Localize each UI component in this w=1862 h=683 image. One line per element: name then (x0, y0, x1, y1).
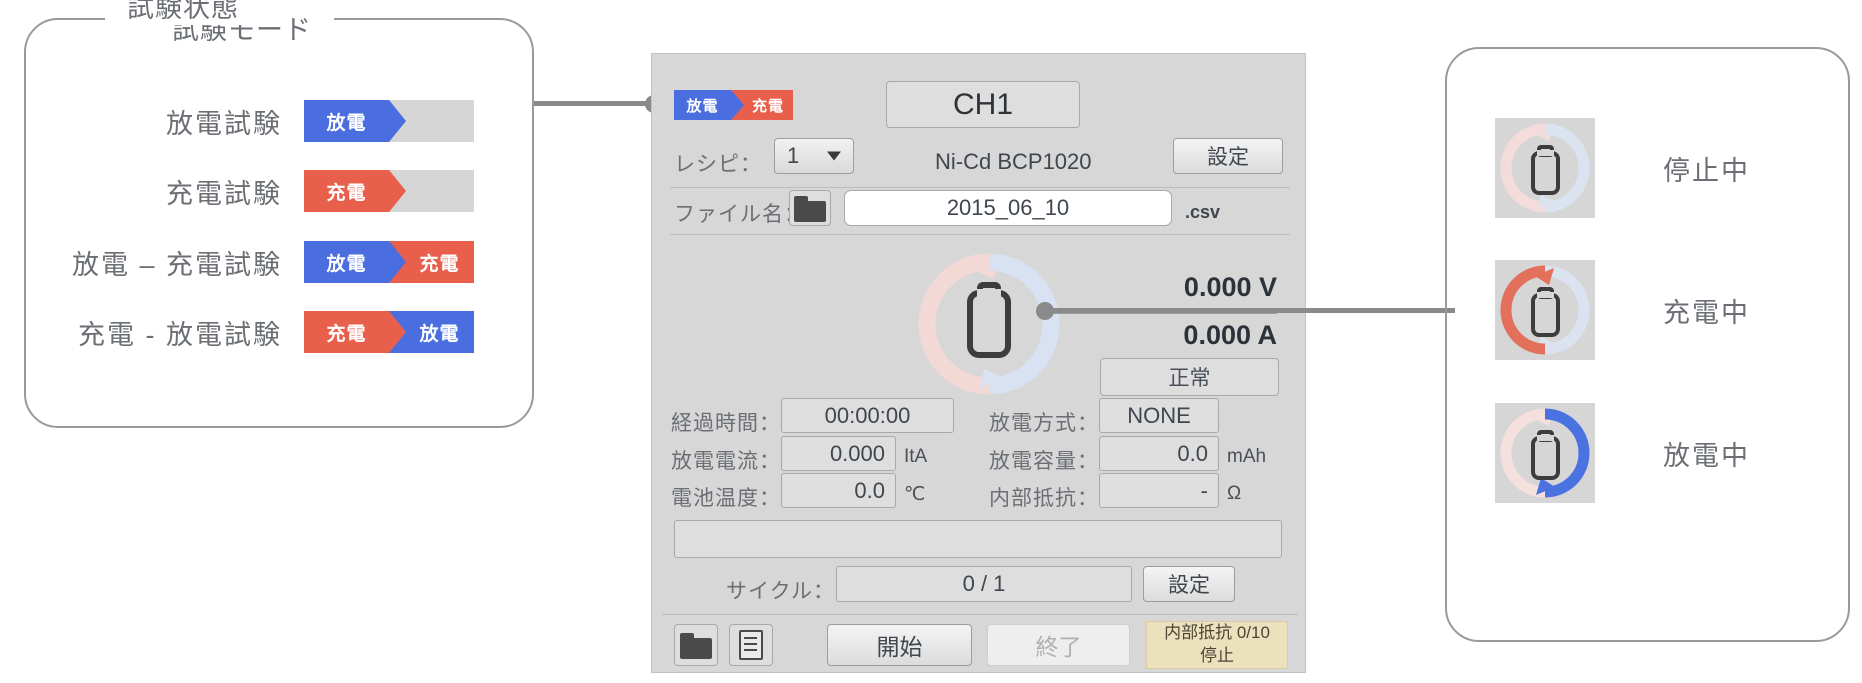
filename-extension: .csv (1185, 202, 1221, 222)
progress-bar (674, 520, 1282, 558)
current-mode-badge: 放電 充電 (674, 90, 793, 120)
test-status-panel-title: 試験状態 (105, 0, 261, 25)
connector-dot-right (1036, 302, 1054, 320)
test-mode-row-discharge-charge[interactable]: 放電 – 充電試験 放電 充電 (14, 241, 474, 283)
chip-discharge: 放電 (674, 90, 744, 120)
chip-discharge: 放電 (304, 100, 406, 142)
cycle-label: サイクル： (726, 580, 835, 603)
status-legend-label: 放電中 (1663, 440, 1750, 471)
metric-label-discharge-capacity: 放電容量： (989, 450, 1099, 473)
metric-value-internal-resistance: - (1099, 473, 1219, 508)
test-mode-label: 充電試験 (166, 178, 282, 209)
test-mode-panel (24, 18, 534, 428)
metric-value-elapsed-time: 00:00:00 (781, 398, 954, 433)
test-mode-row-discharge[interactable]: 放電試験 放電 (14, 100, 474, 142)
status-legend-discharging: 放電中 (1495, 403, 1750, 503)
divider (662, 614, 1298, 615)
metric-unit-discharge-current: ItA (904, 446, 928, 467)
test-mode-row-charge[interactable]: 充電試験 充電 (14, 170, 474, 212)
test-mode-label: 放電試験 (166, 108, 282, 139)
open-folder-button[interactable] (674, 624, 718, 666)
metric-value-battery-temperature: 0.0 (781, 473, 896, 508)
metric-label-internal-resistance: 内部抵抗： (989, 487, 1099, 510)
test-mode-chip-tray: 放電 充電 (304, 241, 474, 283)
metric-label-discharge-method: 放電方式： (989, 412, 1099, 435)
chevron-down-icon (827, 151, 841, 161)
recipe-settings-button[interactable]: 設定 (1173, 138, 1283, 174)
folder-browse-button[interactable] (789, 190, 831, 226)
current-readout: 0.000 A (1183, 320, 1277, 350)
status-legend-label: 充電中 (1663, 297, 1750, 328)
battery-discharging-icon (1495, 403, 1595, 503)
metric-unit-battery-temperature: ℃ (904, 484, 926, 505)
recipe-select[interactable]: 1 (774, 138, 854, 174)
chip-charge: 充電 (304, 170, 406, 212)
cycle-settings-button[interactable]: 設定 (1143, 566, 1235, 602)
connector-line-left (534, 101, 654, 106)
recipe-label: レシピ： (674, 153, 762, 176)
start-button[interactable]: 開始 (827, 624, 972, 666)
battery-idle-icon (1495, 118, 1595, 218)
condition-status: 正常 (1100, 358, 1279, 396)
stop-button[interactable]: 終了 (987, 624, 1130, 666)
test-mode-chip-tray: 充電 放電 (304, 311, 474, 353)
status-legend-charging: 充電中 (1495, 260, 1750, 360)
status-legend-idle: 停止中 (1495, 118, 1750, 218)
metric-value-discharge-method: NONE (1099, 398, 1219, 433)
channel-panel: 放電 充電 CH1 レシピ： 1 Ni-Cd BCP1020 設定 ファイル名：… (651, 53, 1306, 673)
test-mode-chip-tray: 充電 (304, 170, 474, 212)
battery-charging-icon (1495, 260, 1595, 360)
open-folder-icon (680, 631, 712, 659)
metric-unit-discharge-capacity: mAh (1227, 446, 1267, 467)
resistance-status-line1: 内部抵抗 0/10 (1164, 623, 1270, 643)
metric-unit-internal-resistance: Ω (1227, 483, 1242, 504)
resistance-status-line2: 停止 (1200, 646, 1234, 665)
test-mode-chip-tray: 放電 (304, 100, 474, 142)
log-button[interactable] (729, 624, 773, 666)
battery-ring-svg (918, 253, 1060, 395)
metric-label-battery-temperature: 電池温度： (671, 487, 781, 510)
cycle-value: 0 / 1 (836, 566, 1132, 602)
diagram-canvas: 試験モード 放電試験 放電 充電試験 充電 放電 – 充電試験 放電 充電 充電… (0, 0, 1862, 683)
metric-value-discharge-current: 0.000 (781, 436, 896, 471)
metric-label-discharge-current: 放電電流： (671, 450, 781, 473)
metric-label-elapsed-time: 経過時間： (671, 412, 781, 435)
test-mode-label: 充電 - 放電試験 (78, 319, 282, 350)
status-legend-label: 停止中 (1663, 155, 1750, 186)
filename-input[interactable]: 2015_06_10 (844, 190, 1172, 226)
test-mode-label: 放電 – 充電試験 (71, 249, 282, 280)
chip-discharge: 放電 (304, 241, 406, 283)
filename-label: ファイル名： (674, 203, 806, 226)
voltage-readout: 0.000 V (1183, 272, 1277, 302)
document-icon (739, 630, 763, 660)
chip-charge: 充電 (304, 311, 406, 353)
divider (670, 234, 1290, 235)
resistance-status-badge: 内部抵抗 0/10 停止 (1146, 621, 1288, 669)
test-mode-row-charge-discharge[interactable]: 充電 - 放電試験 充電 放電 (14, 311, 474, 353)
connector-line-right (1043, 308, 1455, 313)
metric-value-discharge-capacity: 0.0 (1099, 436, 1219, 471)
recipe-name: Ni-Cd BCP1020 (935, 149, 1092, 174)
channel-title: CH1 (886, 81, 1080, 128)
battery-status-graphic (914, 249, 1064, 399)
divider (670, 187, 1290, 188)
recipe-select-value: 1 (787, 143, 800, 168)
folder-icon (794, 194, 826, 222)
